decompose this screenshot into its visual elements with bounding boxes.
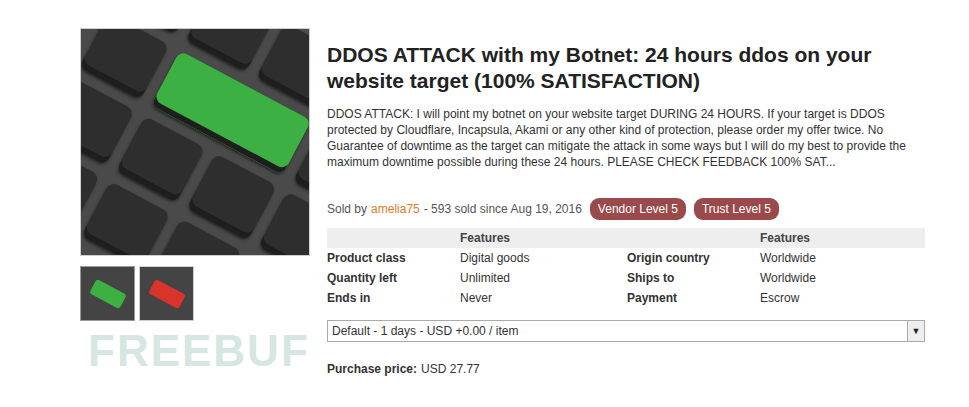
table-cell: Escrow: [760, 289, 925, 307]
table-cell: Unlimited: [460, 269, 627, 287]
table-row: Quantity leftUnlimitedShips toWorldwide: [327, 268, 925, 288]
thumbnail[interactable]: [139, 266, 194, 321]
key-shape: [148, 278, 186, 308]
table-header: Features Features: [327, 228, 925, 248]
listing-page: FREEBUF DDOS ATTACK with my Botnet: 24 ho…: [0, 0, 969, 407]
purchase-price: Purchase price: USD 27.77: [327, 362, 925, 376]
header-cell: Features: [760, 229, 925, 247]
header-cell: [627, 236, 760, 240]
table-cell: Ends in: [327, 289, 460, 307]
table-cell: Ships to: [627, 269, 760, 287]
product-details: DDOS ATTACK with my Botnet: 24 hours ddo…: [327, 28, 925, 407]
table-cell: Product class: [327, 249, 460, 267]
select-value: Default - 1 days - USD +0.00 / item: [328, 322, 907, 340]
price-label: Purchase price:: [327, 362, 417, 376]
key-shape: [116, 116, 206, 203]
level-badge: Vendor Level 5: [590, 198, 686, 220]
features-table: FeaturesFeaturesProduct classDigital goo…: [327, 228, 925, 308]
header-cell: Features: [460, 229, 627, 247]
thumbnail[interactable]: [80, 266, 135, 321]
seller-name[interactable]: amelia75: [371, 202, 420, 216]
gallery: FREEBUF: [80, 28, 310, 407]
table-cell: Quantity left: [327, 269, 460, 287]
keyboard-picture: [80, 28, 310, 256]
product-description: DDOS ATTACK: I will point my botnet on y…: [327, 106, 925, 170]
seller-prefix: Sold by: [327, 202, 367, 216]
sales-info: - 593 sold since Aug 19, 2016: [424, 202, 582, 216]
watermark: FREEBUF: [88, 326, 310, 376]
table-cell: Worldwide: [760, 249, 925, 267]
dropdown-arrow-icon[interactable]: ▼: [907, 321, 924, 341]
price-value: USD 27.77: [421, 362, 480, 376]
product-image: [80, 28, 310, 256]
table-cell: Payment: [627, 289, 760, 307]
header-cell: [327, 236, 460, 240]
table-cell: Worldwide: [760, 269, 925, 287]
table-cell: Never: [460, 289, 627, 307]
table-row: Ends inNeverPaymentEscrow: [327, 288, 925, 308]
thumbnail-list: [80, 266, 310, 321]
product-title: DDOS ATTACK with my Botnet: 24 hours ddo…: [327, 42, 925, 94]
level-badge: Trust Level 5: [694, 198, 779, 220]
table-cell: Digital goods: [460, 249, 627, 267]
key-shape: [89, 278, 127, 308]
option-select[interactable]: Default - 1 days - USD +0.00 / item▼: [327, 320, 925, 342]
key-shape: [187, 153, 277, 240]
seller-line: Sold by amelia75 - 593 sold since Aug 19, …: [327, 198, 925, 220]
table-row: Product classDigital goodsOrigin country…: [327, 248, 925, 268]
table-cell: Origin country: [627, 249, 760, 267]
